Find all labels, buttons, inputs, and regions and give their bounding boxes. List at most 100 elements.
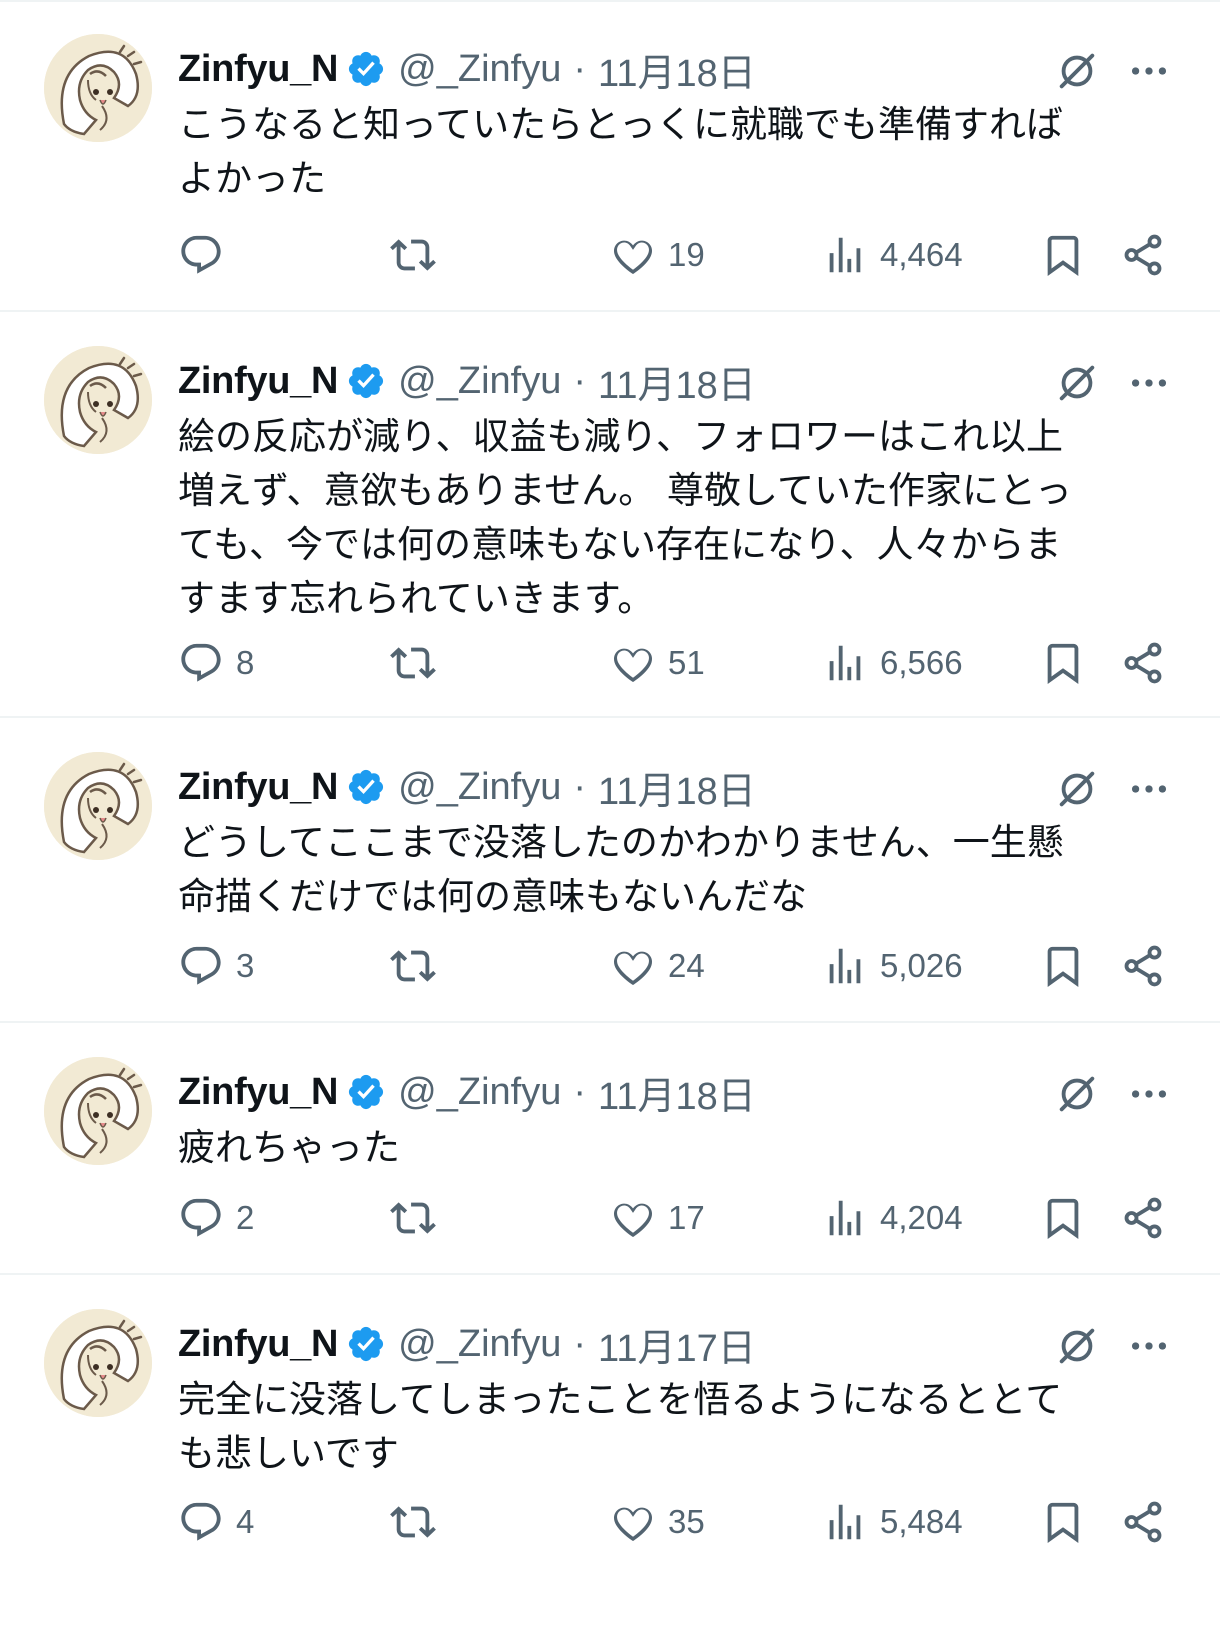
share-button[interactable] xyxy=(1120,640,1166,686)
bookmark-icon xyxy=(1047,1198,1079,1239)
reply-count: 4 xyxy=(236,1503,255,1540)
heart-icon xyxy=(613,1203,653,1238)
share-button[interactable] xyxy=(1120,1499,1166,1545)
tweet-date[interactable]: 11月18日 xyxy=(598,760,756,815)
display-name[interactable]: Zinfyu_N xyxy=(178,360,338,403)
views-button[interactable]: 5,484 xyxy=(822,1499,963,1545)
display-name[interactable]: Zinfyu_N xyxy=(178,48,338,91)
bookmark-button[interactable] xyxy=(1040,1195,1086,1241)
views-button[interactable]: 6,566 xyxy=(822,640,963,686)
reply-button[interactable]: 4 xyxy=(178,1499,254,1545)
tweet-date[interactable]: 11月18日 xyxy=(598,42,756,97)
like-button[interactable]: 19 xyxy=(610,232,705,278)
display-name[interactable]: Zinfyu_N xyxy=(178,1323,338,1366)
views-icon xyxy=(829,237,861,273)
bookmark-icon xyxy=(1047,1502,1079,1543)
view-count: 5,026 xyxy=(880,947,963,984)
like-button[interactable]: 24 xyxy=(610,943,705,989)
display-name[interactable]: Zinfyu_N xyxy=(178,1071,338,1114)
more-icon[interactable] xyxy=(1126,1323,1172,1369)
bookmark-button[interactable] xyxy=(1040,640,1086,686)
verified-badge-icon xyxy=(346,1324,386,1364)
repost-button[interactable] xyxy=(390,640,436,686)
tweet-text: 疲れちゃった xyxy=(178,1126,400,1169)
repost-button[interactable] xyxy=(390,232,436,278)
reply-button[interactable]: 3 xyxy=(178,943,254,989)
tweet[interactable]: Zinfyu_N @_Zinfyu · 11月18日 こうなると知っていたらとっ… xyxy=(0,0,1220,312)
more-icon[interactable] xyxy=(1126,1071,1172,1117)
reply-count: 3 xyxy=(236,947,255,984)
bookmark-button[interactable] xyxy=(1040,1499,1086,1545)
reply-count: 8 xyxy=(236,644,255,681)
verified-badge-icon xyxy=(346,1072,386,1112)
user-handle[interactable]: @_Zinfyu xyxy=(398,360,561,403)
share-button[interactable] xyxy=(1120,1195,1166,1241)
separator-dot: · xyxy=(573,765,587,808)
reply-icon xyxy=(181,946,221,985)
views-icon xyxy=(829,1504,861,1540)
avatar[interactable] xyxy=(44,34,152,142)
views-button[interactable]: 4,464 xyxy=(822,232,963,278)
grok-icon[interactable] xyxy=(1054,1071,1100,1117)
tweet-text: こうなると知っていたらとっくに就職でも準備すれば よかった xyxy=(178,103,1064,200)
tweet-date[interactable]: 11月17日 xyxy=(598,1317,756,1372)
repost-icon xyxy=(390,239,436,271)
share-icon xyxy=(1124,1197,1162,1239)
share-button[interactable] xyxy=(1120,232,1166,278)
like-button[interactable]: 35 xyxy=(610,1499,705,1545)
views-icon xyxy=(829,645,861,681)
bookmark-button[interactable] xyxy=(1040,232,1086,278)
grok-icon[interactable] xyxy=(1054,48,1100,94)
tweet[interactable]: Zinfyu_N @_Zinfyu · 11月18日 どうしてここまで没落したの… xyxy=(0,718,1220,1023)
avatar[interactable] xyxy=(44,1309,152,1417)
grok-icon[interactable] xyxy=(1054,360,1100,406)
avatar[interactable] xyxy=(44,1057,152,1165)
tweet[interactable]: Zinfyu_N @_Zinfyu · 11月18日 絵の反応が減り、収益も減り… xyxy=(0,312,1220,718)
display-name[interactable]: Zinfyu_N xyxy=(178,766,338,809)
views-button[interactable]: 4,204 xyxy=(822,1195,963,1241)
user-handle[interactable]: @_Zinfyu xyxy=(398,48,561,91)
repost-icon xyxy=(390,1202,436,1234)
avatar[interactable] xyxy=(44,346,152,454)
bookmark-icon xyxy=(1047,946,1079,987)
tweet[interactable]: Zinfyu_N @_Zinfyu · 11月17日 完全に没落してしまったこと… xyxy=(0,1275,1220,1651)
reply-button[interactable] xyxy=(178,232,224,278)
grok-icon[interactable] xyxy=(1054,766,1100,812)
tweet-header: Zinfyu_N @_Zinfyu · 11月18日 xyxy=(178,1065,756,1120)
share-button[interactable] xyxy=(1120,943,1166,989)
verified-badge-icon xyxy=(346,49,386,89)
reply-icon xyxy=(181,643,221,682)
separator-dot: · xyxy=(573,1070,587,1113)
tweet[interactable]: Zinfyu_N @_Zinfyu · 11月18日 疲れちゃった 2 17 4… xyxy=(0,1023,1220,1275)
tweet-text: どうしてここまで没落したのかわかりません、一生懸 命描くだけでは何の意味もないん… xyxy=(178,821,1064,918)
more-icon[interactable] xyxy=(1126,48,1172,94)
more-icon[interactable] xyxy=(1126,766,1172,812)
share-icon xyxy=(1124,642,1162,684)
tweet-date[interactable]: 11月18日 xyxy=(598,354,756,409)
tweet-date[interactable]: 11月18日 xyxy=(598,1065,756,1120)
heart-icon xyxy=(613,648,653,683)
more-icon[interactable] xyxy=(1126,360,1172,406)
reply-icon xyxy=(181,1502,221,1541)
like-count: 19 xyxy=(668,236,705,273)
like-button[interactable]: 17 xyxy=(610,1195,705,1241)
repost-button[interactable] xyxy=(390,943,436,989)
separator-dot: · xyxy=(573,359,587,402)
grok-icon[interactable] xyxy=(1054,1323,1100,1369)
user-handle[interactable]: @_Zinfyu xyxy=(398,766,561,809)
reply-button[interactable]: 8 xyxy=(178,640,254,686)
view-count: 6,566 xyxy=(880,644,963,681)
separator-dot: · xyxy=(573,1322,587,1365)
avatar[interactable] xyxy=(44,752,152,860)
user-handle[interactable]: @_Zinfyu xyxy=(398,1071,561,1114)
bookmark-button[interactable] xyxy=(1040,943,1086,989)
user-handle[interactable]: @_Zinfyu xyxy=(398,1323,561,1366)
reply-button[interactable]: 2 xyxy=(178,1195,254,1241)
heart-icon xyxy=(613,240,653,275)
repost-button[interactable] xyxy=(390,1195,436,1241)
views-button[interactable]: 5,026 xyxy=(822,943,963,989)
tweet-header: Zinfyu_N @_Zinfyu · 11月17日 xyxy=(178,1317,756,1372)
repost-button[interactable] xyxy=(390,1499,436,1545)
reply-icon xyxy=(181,235,221,274)
like-button[interactable]: 51 xyxy=(610,640,705,686)
